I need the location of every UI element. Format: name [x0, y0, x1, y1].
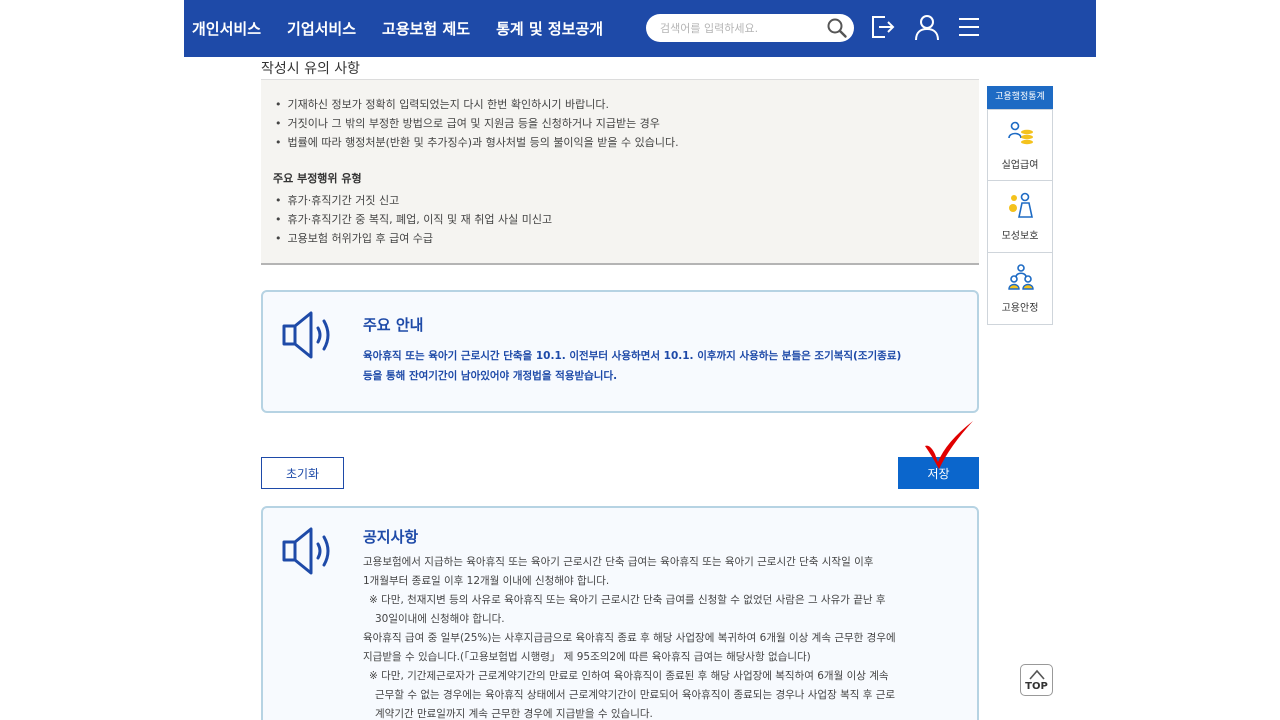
main-notice-box: 주요 안내 육아휴직 또는 육아기 근로시간 단축을 10.1. 이전부터 사용…	[261, 290, 979, 413]
search-input[interactable]	[660, 18, 820, 38]
list-item: 휴가·휴직기간 중 복직, 폐업, 이직 및 재 취업 사실 미신고	[275, 210, 553, 229]
nav-corporate-service[interactable]: 기업서비스	[287, 18, 356, 39]
announcement-title: 공지사항	[363, 528, 419, 546]
list-item: 기재하신 정보가 정확히 입력되었는지 다시 한번 확인하시기 바랍니다.	[275, 95, 679, 114]
page: 개인서비스 기업서비스 고용보험 제도 통계 및 정보공개 작성시	[0, 0, 1280, 720]
save-button[interactable]: 저장	[898, 457, 979, 489]
user-icon[interactable]	[912, 12, 942, 42]
list-item: 거짓이나 그 밖의 부정한 방법으로 급여 및 지원금 등을 신청하거나 지급받…	[275, 114, 679, 133]
nav-personal-service[interactable]: 개인서비스	[192, 18, 261, 39]
list-item: 휴가·휴직기간 거짓 신고	[275, 191, 552, 210]
list-item: 법률에 따라 행정처분(반환 및 추가징수)과 형사처벌 등의 불이익을 받을 …	[275, 133, 679, 152]
quick-menu: 고용행정통계 실업급여 모성보호 고용안정	[987, 86, 1053, 325]
logout-icon[interactable]	[868, 12, 898, 42]
notes-box: 기재하신 정보가 정확히 입력되었는지 다시 한번 확인하시기 바랍니다. 거짓…	[261, 79, 979, 265]
announcement-box: 공지사항 고용보험에서 지급하는 육아휴직 또는 육아기 근로시간 단축 급여는…	[261, 506, 979, 720]
fraud-types-list: 휴가·휴직기간 거짓 신고 휴가·휴직기간 중 복직, 폐업, 이직 및 재 취…	[275, 191, 553, 248]
chevron-up-icon	[1029, 669, 1045, 680]
quick-item-employment-stability[interactable]: 고용안정	[987, 253, 1053, 325]
quick-item-maternity[interactable]: 모성보호	[987, 181, 1053, 253]
nav-insurance-system[interactable]: 고용보험 제도	[382, 18, 470, 39]
list-item: 고용보험 허위가입 후 급여 수급	[275, 229, 552, 248]
reset-button[interactable]: 초기화	[261, 457, 344, 489]
quick-menu-title: 고용행정통계	[987, 86, 1053, 109]
search-box	[646, 14, 854, 42]
announcement-text: 고용보험에서 지급하는 육아휴직 또는 육아기 근로시간 단축 급여는 육아휴직…	[363, 556, 896, 720]
top-header: 개인서비스 기업서비스 고용보험 제도 통계 및 정보공개	[184, 0, 1096, 57]
quick-item-unemployment[interactable]: 실업급여	[987, 109, 1053, 181]
mother-child-icon	[1009, 192, 1033, 218]
speaker-icon	[282, 527, 330, 575]
menu-icon[interactable]	[954, 12, 984, 42]
search-icon[interactable]	[826, 17, 848, 39]
speaker-icon	[282, 311, 330, 359]
scroll-top-button[interactable]: TOP	[1020, 664, 1053, 696]
fraud-types-title: 주요 부정행위 유형	[273, 172, 362, 185]
main-notice-text: 육아휴직 또는 육아기 근로시간 단축을 10.1. 이전부터 사용하면서 10…	[363, 350, 902, 382]
notes-title: 작성시 유의 사항	[261, 61, 361, 77]
nav-statistics[interactable]: 통계 및 정보공개	[496, 18, 603, 39]
coins-person-icon	[1008, 121, 1033, 145]
main-notice-title: 주요 안내	[363, 316, 424, 334]
notes-list: 기재하신 정보가 정확히 입력되었는지 다시 한번 확인하시기 바랍니다. 거짓…	[275, 95, 679, 152]
group-icon	[1008, 264, 1034, 290]
main-nav: 개인서비스 기업서비스 고용보험 제도 통계 및 정보공개	[192, 0, 629, 57]
